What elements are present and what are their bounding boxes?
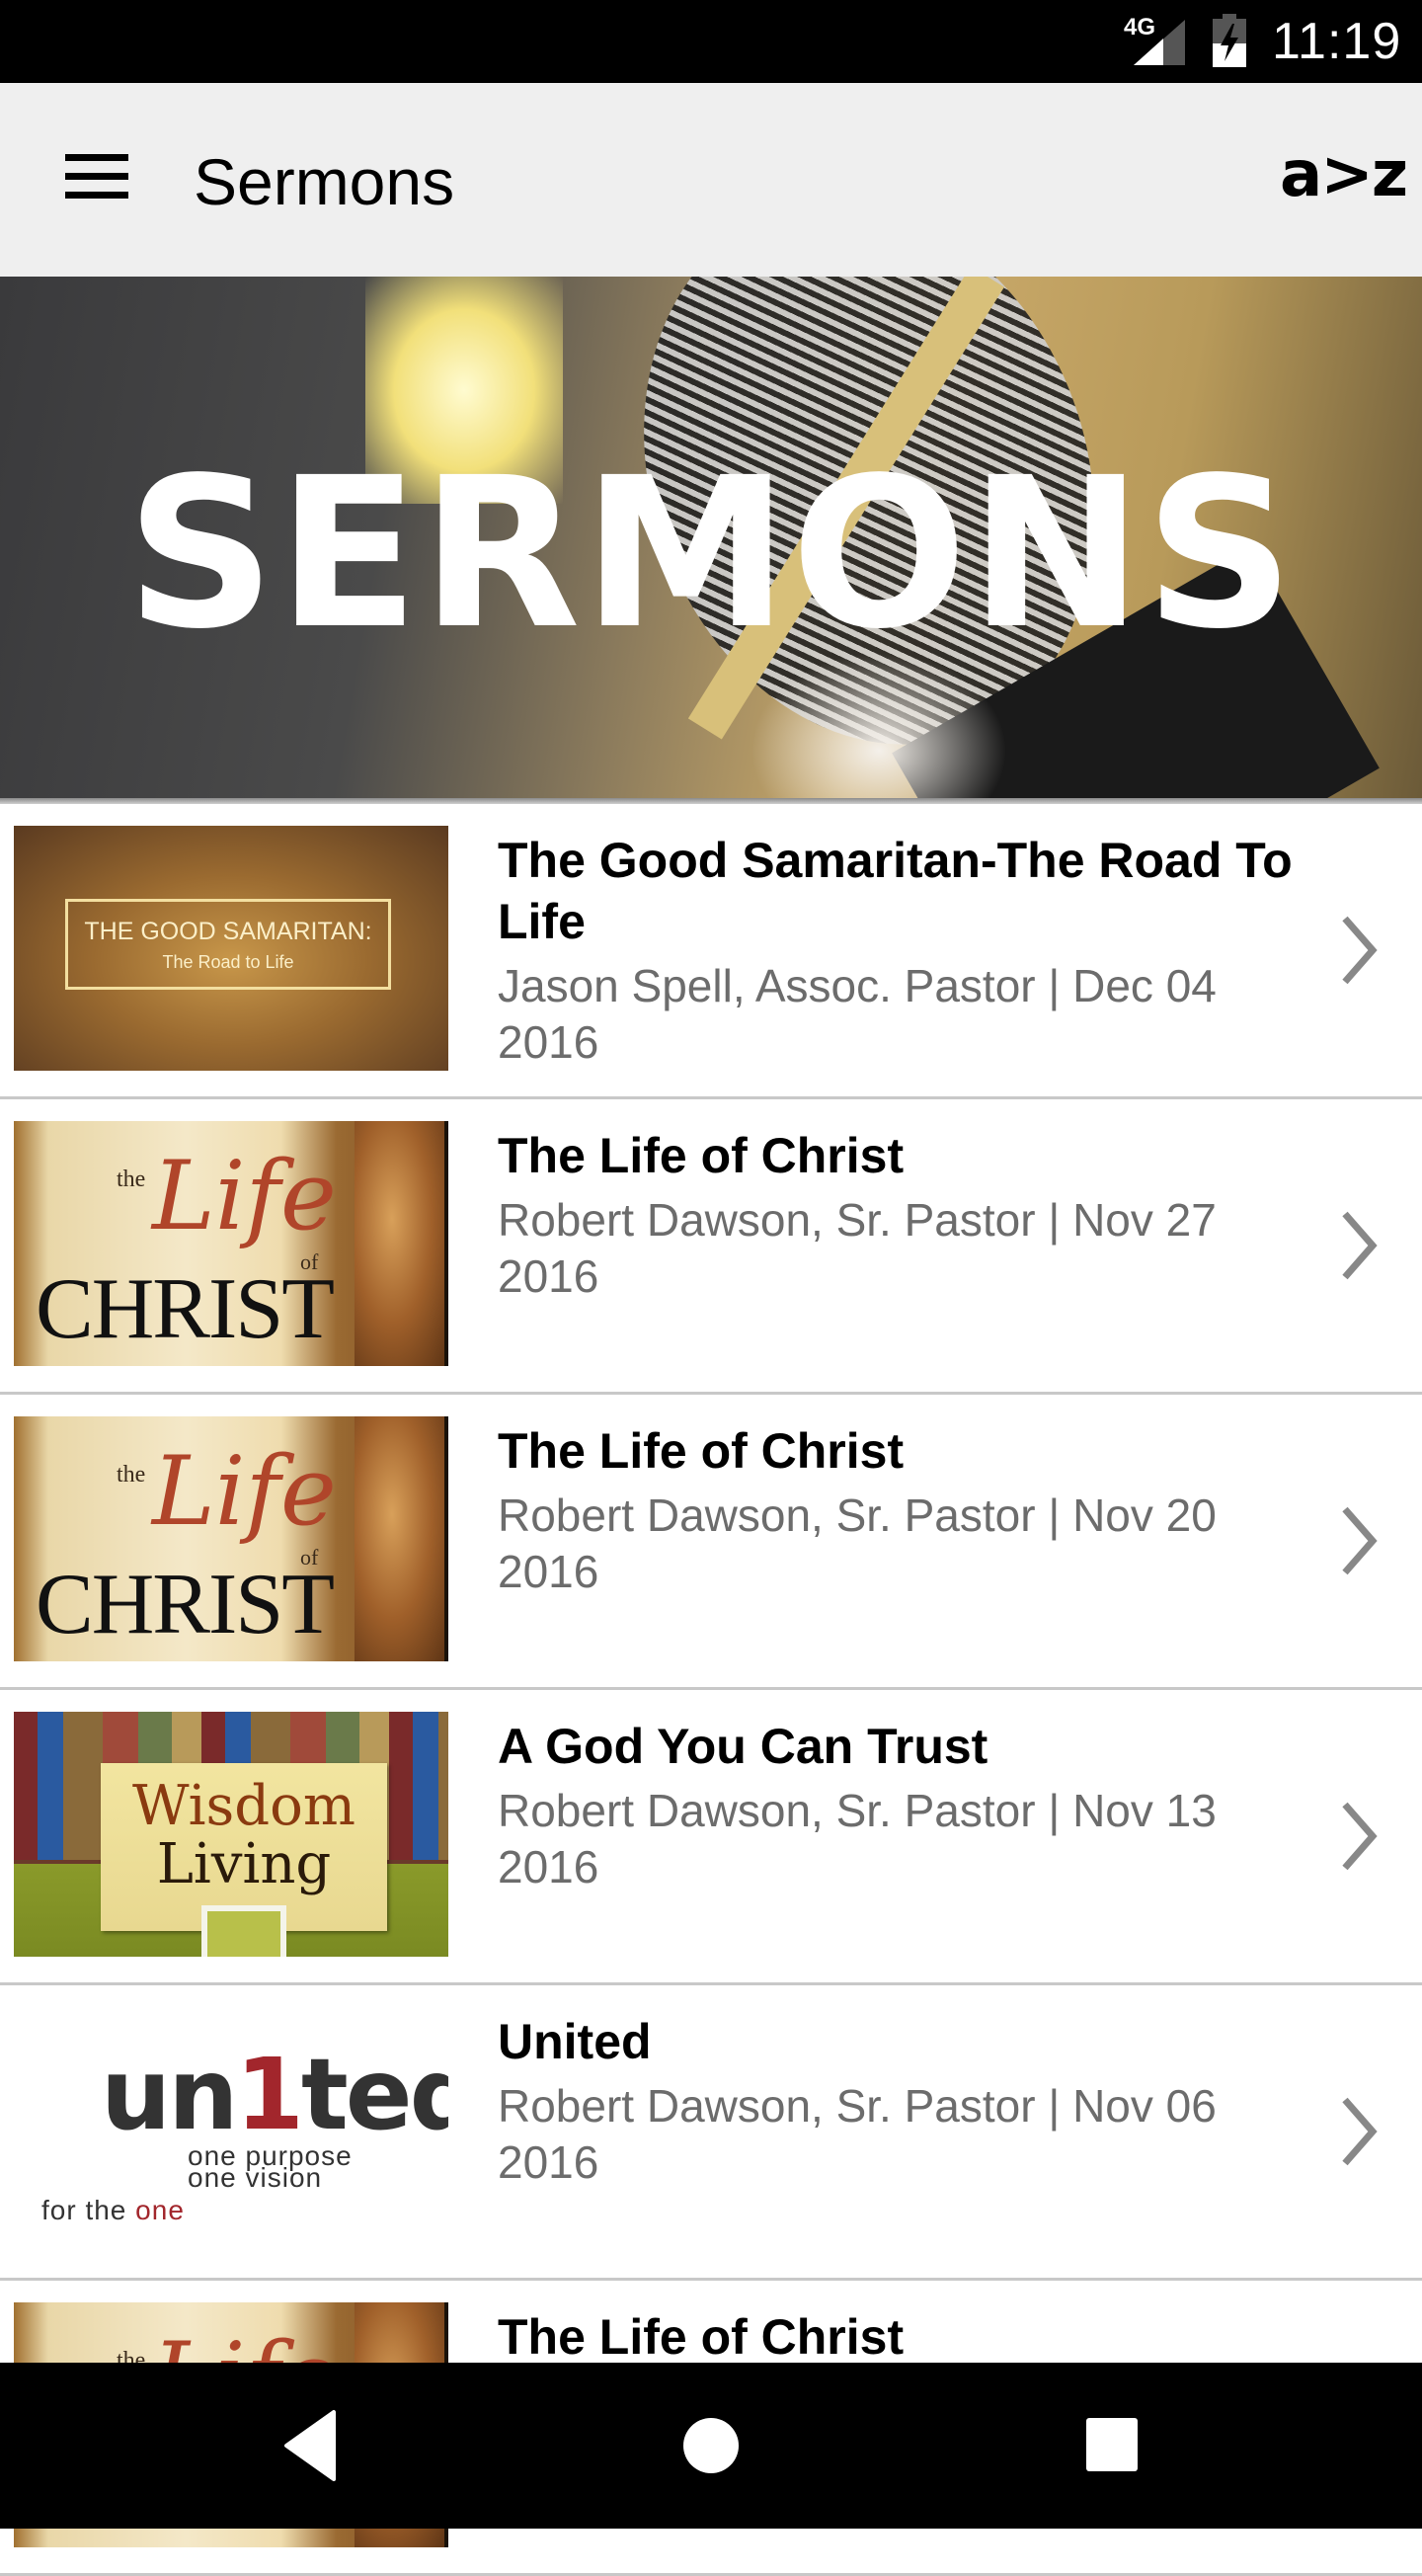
thumbnail-the: the [117,1167,146,1192]
back-icon[interactable] [271,2406,350,2485]
sermon-info: United Robert Dawson, Sr. Pastor | Nov 0… [498,2011,1317,2191]
thumbnail-christ: CHRIST [36,1261,335,1357]
thumbnail-life: Life [152,1141,337,1251]
hamburger-menu-icon[interactable] [55,148,130,211]
page-title: Sermons [194,145,455,218]
sermon-info: The Life of Christ Robert Dawson, Sr. Pa… [498,1420,1317,1600]
sermon-thumbnail: un1ted one purpose one vision for the on… [14,2007,448,2252]
menu-line [65,173,128,180]
thumbnail-line2: The Road to Life [162,952,294,972]
chevron-right-icon [1342,916,1378,985]
christ-face-image [355,1416,444,1661]
christ-face-image [355,1121,444,1366]
menu-line [65,192,128,199]
battery-charging-icon [1213,14,1246,67]
thumbnail-title-box: THE GOOD SAMARITAN: The Road to Life [65,899,391,990]
sermon-list: THE GOOD SAMARITAN: The Road to Life The… [0,804,1422,2576]
sermon-title: A God You Can Trust [498,1719,988,1774]
light-reflection [750,652,1007,804]
sermon-row[interactable]: THE GOOD SAMARITAN: The Road to Life The… [0,804,1422,1099]
chevron-right-icon [1342,1506,1378,1575]
united-logo: un1ted [101,2037,448,2152]
sermon-meta: Robert Dawson, Sr. Pastor | Nov 27 2016 [498,1194,1217,1302]
thumbnail-line1: Wisdom [132,1774,356,1838]
sermon-meta: Jason Spell, Assoc. Pastor | Dec 04 2016 [498,960,1217,1068]
thumbnail-life: Life [152,1436,337,1547]
signal-icon [1134,20,1185,65]
sermon-row[interactable]: the Life of CHRIST The Life of Christ Ro… [0,1395,1422,1690]
sermon-thumbnail: the Life of CHRIST [14,1416,448,1661]
sermon-thumbnail: Wisdom Living [14,1712,448,1957]
sermon-meta: Robert Dawson, Sr. Pastor | Nov 06 2016 [498,2080,1217,2188]
sermon-title: The Life of Christ [498,1128,905,1183]
status-bar: 4G 11:19 [0,0,1422,83]
sermons-banner: SERMONS [0,277,1422,804]
thumbnail-the: the [117,1462,146,1488]
sermon-thumbnail: THE GOOD SAMARITAN: The Road to Life [14,826,448,1071]
sermon-meta: Robert Dawson, Sr. Pastor | Nov 13 2016 [498,1785,1217,1892]
sermon-thumbnail: the Life of CHRIST [14,1121,448,1366]
thumbnail-christ: CHRIST [36,1557,335,1652]
clock: 11:19 [1272,13,1402,70]
sermon-title: The Life of Christ [498,1423,905,1479]
sermon-row[interactable]: the Life of CHRIST The Life of Christ Ro… [0,1099,1422,1395]
sermon-title: The Life of Christ [498,2309,905,2365]
menu-line [65,154,128,161]
logo-part: ted [300,2037,448,2152]
sermon-title: The Good Samaritan-The Road To Life [498,833,1293,949]
logo-footer-b: one [135,2195,185,2225]
sermon-row[interactable]: Wisdom Living A God You Can Trust Robert… [0,1690,1422,1985]
logo-footer-a: for the [41,2195,136,2225]
app-bar: Sermons a>z [0,83,1422,277]
logo-one: 1 [235,2037,304,2152]
sermon-info: A God You Can Trust Robert Dawson, Sr. P… [498,1716,1317,1895]
recents-icon[interactable] [1072,2406,1151,2485]
chevron-right-icon [1342,2097,1378,2166]
logo-part: un [101,2037,238,2152]
chevron-right-icon [1342,1802,1378,1871]
sort-az-button[interactable]: a>z [1280,138,1408,211]
chevron-right-icon [1342,1211,1378,1280]
sermon-row[interactable]: un1ted one purpose one vision for the on… [0,1985,1422,2281]
system-nav-bar [0,2363,1422,2529]
logo-footer: for the one [41,2195,185,2226]
photo-frame-image [201,1905,286,1957]
banner-title: SERMONS [125,433,1297,675]
home-icon[interactable] [672,2406,750,2485]
sermon-info: The Good Samaritan-The Road To Life Jaso… [498,830,1317,1071]
sermon-title: United [498,2014,652,2069]
thumbnail-line1: THE GOOD SAMARITAN: [84,918,372,945]
sermon-meta: Robert Dawson, Sr. Pastor | Nov 20 2016 [498,1489,1217,1597]
logo-subtitle: one purpose one vision [188,2142,353,2192]
thumbnail-line2: Living [156,1832,332,1896]
sermon-info: The Life of Christ Robert Dawson, Sr. Pa… [498,1125,1317,1305]
